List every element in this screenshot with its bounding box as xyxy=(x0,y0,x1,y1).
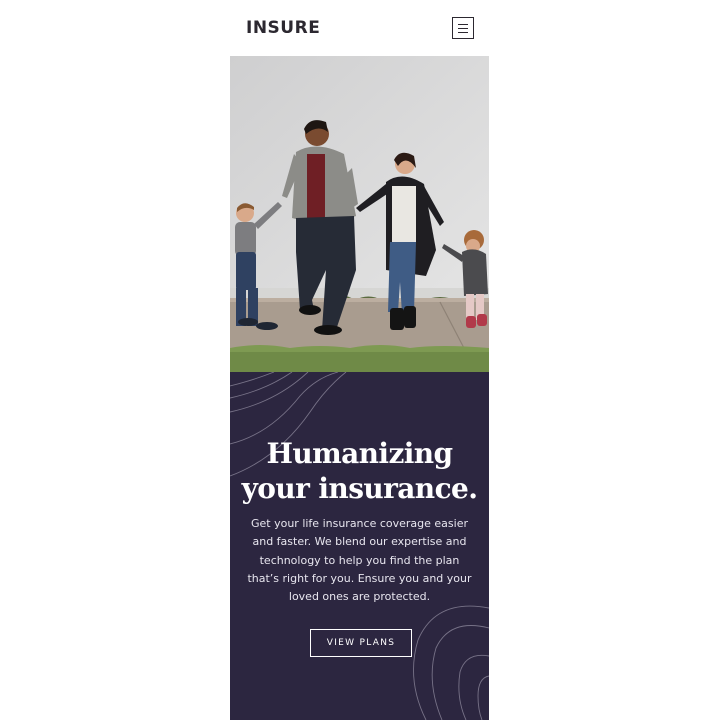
hero-image xyxy=(230,56,489,372)
hero-description: Get your life insurance coverage easier … xyxy=(247,517,472,604)
logo[interactable]: INSURE xyxy=(246,16,320,40)
menu-button[interactable] xyxy=(452,17,474,39)
headline-line-1: Humanizing xyxy=(266,437,453,470)
hero-section: Humanizing your insurance. Get your life… xyxy=(230,372,489,720)
mobile-page: INSURE Humanizing your insurance. Get yo… xyxy=(230,0,489,720)
view-plans-button[interactable]: VIEW PLANS xyxy=(310,629,412,657)
site-header: INSURE xyxy=(230,0,489,56)
headline: Humanizing your insurance. xyxy=(230,436,489,506)
headline-line-2: your insurance. xyxy=(241,472,478,505)
